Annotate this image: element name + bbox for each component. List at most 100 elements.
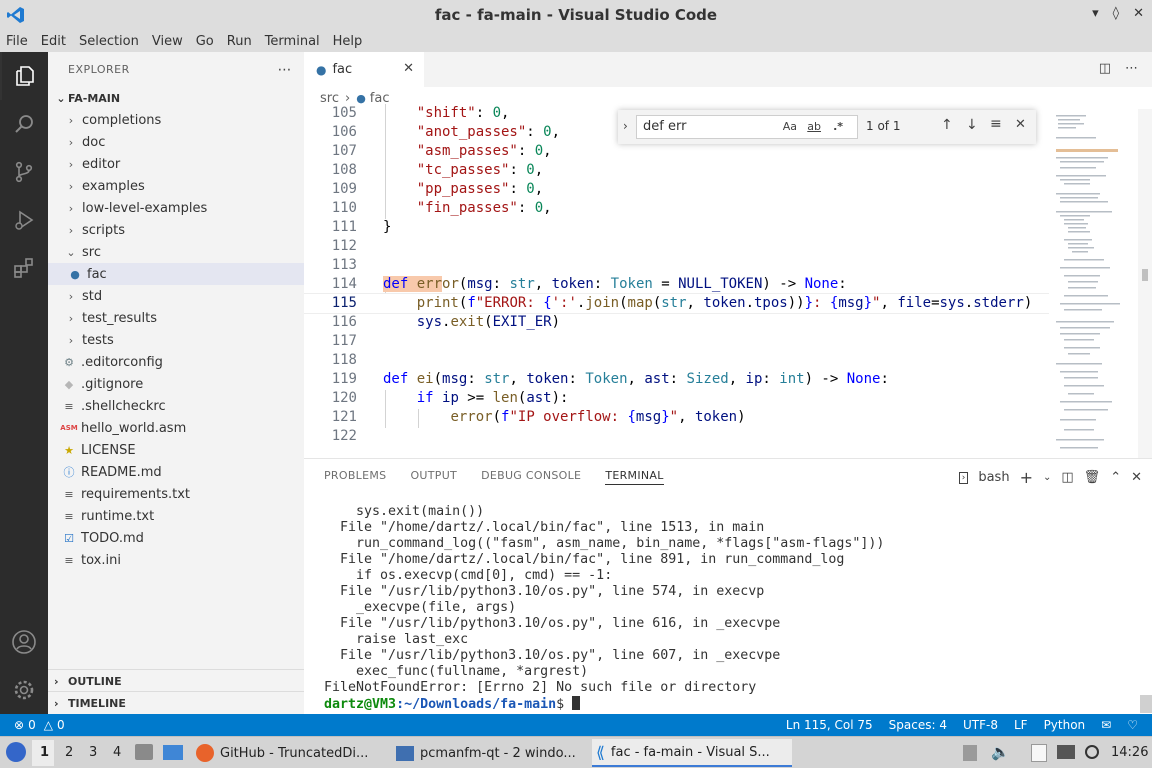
tab-problems[interactable]: PROBLEMS [324, 469, 386, 484]
clipboard-icon[interactable] [1031, 744, 1047, 762]
find-input[interactable]: def err Aa ab .* [636, 115, 858, 139]
tree-item-editor[interactable]: › editor [48, 153, 304, 175]
code-line[interactable]: 110 "fin_passes": 0, [304, 199, 1049, 218]
encoding[interactable]: UTF-8 [963, 718, 998, 732]
tree-item-fac[interactable]: ● fac [48, 263, 304, 285]
start-menu-icon[interactable] [6, 742, 26, 762]
code-line[interactable]: 121 error(f"IP overflow: {msg}", token) [304, 408, 1049, 427]
code-line[interactable]: 114 def error(msg: str, token: Token = NU… [304, 275, 1049, 294]
editor-more-icon[interactable]: ⋯ [1125, 61, 1138, 76]
feedback-icon[interactable]: ✉ [1101, 718, 1111, 732]
terminal-scrollbar-thumb[interactable] [1140, 695, 1152, 713]
tree-item-readme-md[interactable]: ⓘ README.md [48, 461, 304, 483]
workspace-4[interactable]: 4 [113, 745, 121, 760]
menu-go[interactable]: Go [196, 34, 214, 49]
code-line[interactable]: 112 [304, 237, 1049, 256]
accounts-icon[interactable] [0, 618, 48, 666]
timeline-section[interactable]: › TIMELINE [48, 691, 304, 714]
code-line[interactable]: 108 "tc_passes": 0, [304, 161, 1049, 180]
task-vscode[interactable]: ⟪ fac - fa-main - Visual S... [592, 739, 792, 767]
code-line[interactable]: 111} [304, 218, 1049, 237]
tree-item-completions[interactable]: › completions [48, 109, 304, 131]
notifications-icon[interactable]: ♡ [1127, 718, 1138, 732]
tree-item-editorconfig[interactable]: ⚙ .editorconfig [48, 351, 304, 373]
workspace-2[interactable]: 2 [65, 745, 73, 760]
language-mode[interactable]: Python [1044, 718, 1086, 732]
tray-arrow-icon[interactable] [963, 745, 977, 761]
code-line[interactable]: 118 [304, 351, 1049, 370]
network-icon[interactable] [1057, 745, 1075, 759]
menu-view[interactable]: View [152, 34, 183, 49]
editor-scrollbar[interactable] [1138, 109, 1152, 458]
warning-count[interactable]: 0 [57, 718, 65, 732]
tree-item-shellcheckrc[interactable]: ≡ .shellcheckrc [48, 395, 304, 417]
tree-item-test-results[interactable]: › test_results [48, 307, 304, 329]
line-ending[interactable]: LF [1014, 718, 1028, 732]
terminal-shell-label[interactable]: bash [978, 470, 1009, 485]
task-firefox[interactable]: GitHub - TruncatedDi... [192, 739, 384, 767]
tree-item-src[interactable]: ⌄ src [48, 241, 304, 263]
source-control-icon[interactable] [0, 148, 48, 196]
tree-item-tox-ini[interactable]: ≡ tox.ini [48, 549, 304, 571]
tree-item-gitignore[interactable]: ◆ .gitignore [48, 373, 304, 395]
volume-icon[interactable]: 🔈 [991, 743, 1010, 761]
indentation[interactable]: Spaces: 4 [889, 718, 947, 732]
close-tab-icon[interactable]: ✕ [403, 61, 414, 76]
tree-item-doc[interactable]: › doc [48, 131, 304, 153]
run-debug-icon[interactable] [0, 196, 48, 244]
tree-item-std[interactable]: › std [48, 285, 304, 307]
terminal-dropdown-icon[interactable]: ⌄ [1043, 472, 1051, 483]
menu-edit[interactable]: Edit [41, 34, 66, 49]
regex-icon[interactable]: .* [833, 116, 843, 138]
menu-help[interactable]: Help [333, 34, 363, 49]
next-match-icon[interactable]: ↓ [966, 117, 978, 133]
restore-icon[interactable]: ◊ [1113, 6, 1119, 21]
scrollbar-thumb[interactable] [1142, 269, 1148, 281]
code-line[interactable]: 115 print(f"ERROR: {':'.join(map(str, to… [304, 293, 1049, 314]
tab-fac[interactable]: ● fac ✕ [304, 52, 424, 87]
terminal-output[interactable]: sys.exit(main()) File "/home/dartz/.loca… [324, 504, 1142, 712]
terminal-prompt[interactable]: dartz@VM3:~/Downloads/fa-main$ [324, 696, 1142, 712]
menu-terminal[interactable]: Terminal [265, 34, 320, 49]
cursor-position[interactable]: Ln 115, Col 75 [786, 718, 873, 732]
code-line[interactable]: 117 [304, 332, 1049, 351]
code-line[interactable]: 109 "pp_passes": 0, [304, 180, 1049, 199]
toggle-replace-icon[interactable]: › [623, 119, 628, 133]
show-desktop-icon[interactable] [163, 745, 183, 760]
tree-item-examples[interactable]: › examples [48, 175, 304, 197]
extensions-icon[interactable] [0, 244, 48, 292]
find-in-selection-icon[interactable]: ≡ [990, 116, 1002, 132]
tab-debug-console[interactable]: DEBUG CONSOLE [481, 469, 581, 484]
code-line[interactable]: 113 [304, 256, 1049, 275]
tree-item-scripts[interactable]: › scripts [48, 219, 304, 241]
previous-match-icon[interactable]: ↑ [941, 117, 953, 133]
split-terminal-icon[interactable]: ◫ [1061, 470, 1073, 485]
task-pcmanfm[interactable]: pcmanfm-qt - 2 windo... [392, 739, 584, 767]
split-editor-icon[interactable]: ◫ [1099, 61, 1111, 76]
menu-selection[interactable]: Selection [79, 34, 139, 49]
error-icon[interactable]: ⊗ [14, 718, 24, 732]
search-icon[interactable] [0, 100, 48, 148]
menu-run[interactable]: Run [227, 34, 252, 49]
tree-item-low-level-examples[interactable]: › low-level-examples [48, 197, 304, 219]
workspace-3[interactable]: 3 [89, 745, 97, 760]
outline-section[interactable]: › OUTLINE [48, 669, 304, 692]
kill-terminal-icon[interactable]: 🗑 [1084, 470, 1101, 485]
minimap[interactable] [1052, 109, 1142, 458]
minimize-icon[interactable]: ▾ [1092, 6, 1099, 21]
tab-terminal[interactable]: TERMINAL [605, 469, 664, 485]
error-count[interactable]: 0 [28, 718, 36, 732]
whole-word-icon[interactable]: ab [807, 116, 821, 138]
code-editor[interactable]: 105 "shift": 0, 106 "anot_passes": 0, 107 … [304, 104, 1049, 453]
more-actions-icon[interactable]: ⋯ [278, 62, 293, 78]
workspace-root[interactable]: ⌄ FA-MAIN [48, 87, 304, 109]
tree-item-license[interactable]: ★ LICENSE [48, 439, 304, 461]
tree-item-tests[interactable]: › tests [48, 329, 304, 351]
warning-icon[interactable]: △ [44, 718, 53, 732]
explorer-icon[interactable] [0, 52, 48, 100]
info-icon[interactable] [1085, 745, 1099, 759]
file-manager-launcher-icon[interactable] [135, 744, 153, 760]
tree-item-runtime-txt[interactable]: ≡ runtime.txt [48, 505, 304, 527]
menu-file[interactable]: File [6, 34, 28, 49]
code-line[interactable]: 119 def ei(msg: str, token: Token, ast: S… [304, 370, 1049, 389]
